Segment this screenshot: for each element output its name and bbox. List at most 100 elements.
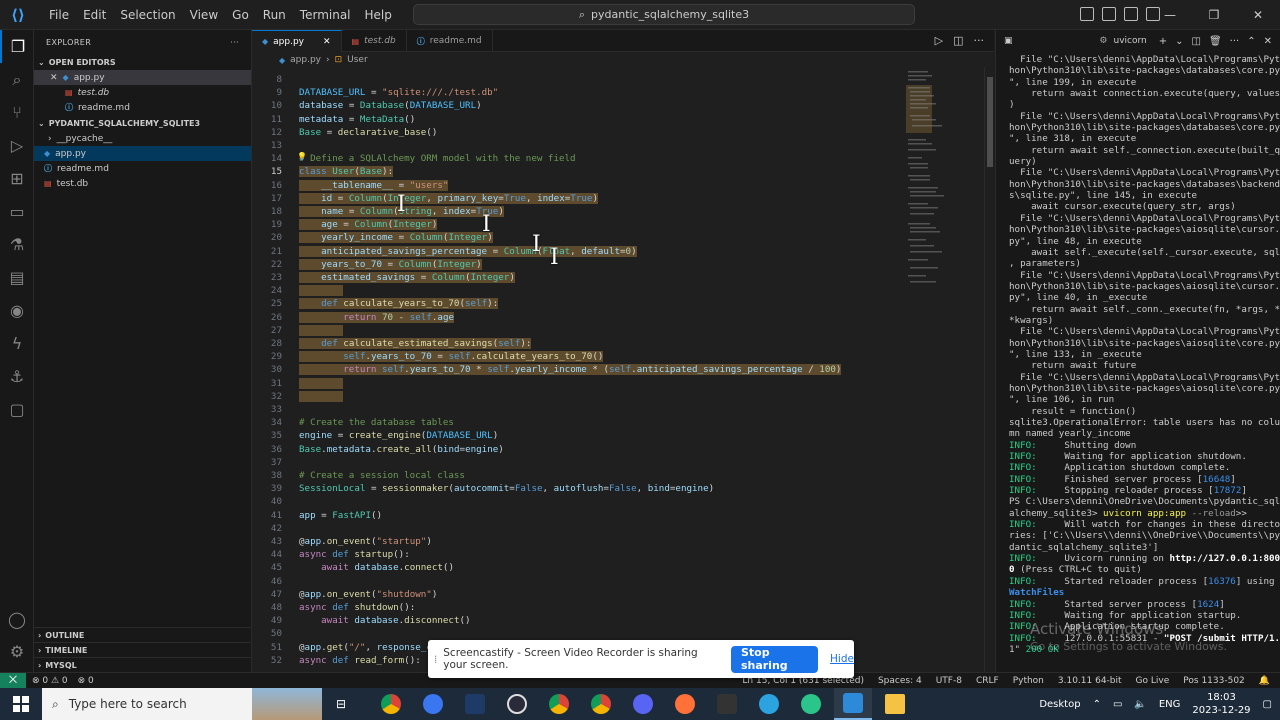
menu-file[interactable]: File	[42, 8, 76, 22]
chat-icon[interactable]: ▢	[0, 393, 34, 426]
code-line[interactable]: 26 return 70 - self.age	[252, 311, 906, 324]
open-editor-readme[interactable]: ⓘ readme.md	[34, 100, 251, 115]
code-line[interactable]: 32	[252, 390, 906, 403]
lightbulb-icon[interactable]: 💡	[297, 152, 307, 161]
encoding-indicator[interactable]: UTF-8	[936, 676, 962, 686]
code-line[interactable]: 16 __tablename__ = "users"	[252, 179, 906, 192]
language-mode[interactable]: Python	[1013, 676, 1044, 686]
tab-test-db[interactable]: ▤ test.db	[342, 30, 407, 52]
code-line[interactable]: 17 id = Column(Integer, primary_key=True…	[252, 192, 906, 205]
powershell-icon[interactable]	[456, 688, 494, 720]
tab-app-py[interactable]: ◆ app.py ✕	[252, 30, 342, 52]
chrome-icon[interactable]	[582, 688, 620, 720]
toggle-secondary-sidebar-icon[interactable]	[1124, 7, 1138, 21]
explorer-icon[interactable]: ❐	[0, 30, 34, 63]
breadcrumb-file[interactable]: app.py	[290, 55, 321, 65]
code-line[interactable]: 15 class User(Base):	[252, 165, 906, 178]
windows-start-icon[interactable]	[0, 688, 42, 720]
menu-selection[interactable]: Selection	[113, 8, 182, 22]
code-editor[interactable]: 8 9 DATABASE_URL = "sqlite:///./test.db" 1…	[252, 67, 906, 672]
code-line[interactable]: 31	[252, 377, 906, 390]
menu-help[interactable]: Help	[358, 8, 399, 22]
ports-indicator[interactable]: ⊗ 0	[78, 676, 94, 686]
file-readme[interactable]: ⓘ readme.md	[34, 161, 251, 176]
notifications-bell-icon[interactable]: 🔔	[1259, 676, 1270, 686]
hide-link[interactable]: Hide	[830, 653, 854, 665]
obs-icon[interactable]	[498, 688, 536, 720]
code-line[interactable]: 25 def calculate_years_to_70(self):	[252, 297, 906, 310]
code-line[interactable]: 44 async def startup():	[252, 548, 906, 561]
code-line[interactable]: 42	[252, 522, 906, 535]
discord-icon[interactable]	[624, 688, 662, 720]
task-view-icon[interactable]: ⊟	[322, 688, 360, 720]
timeline-section[interactable]: › TIMELINE	[34, 642, 252, 657]
split-terminal-icon[interactable]: ◫	[1192, 36, 1201, 47]
project-section[interactable]: ⌄ PYDANTIC_SQLALCHEMY_SQLITE3	[34, 115, 251, 131]
firefox-icon[interactable]	[666, 688, 704, 720]
remote-indicator-icon[interactable]: ⨉	[0, 672, 26, 689]
code-line[interactable]: 48 async def shutdown():	[252, 601, 906, 614]
more-actions-icon[interactable]: ···	[230, 38, 239, 47]
python-interpreter[interactable]: 3.10.11 64-bit	[1058, 676, 1122, 686]
code-line[interactable]: 10 database = Database(DATABASE_URL)	[252, 99, 906, 112]
database-icon[interactable]: ▤	[0, 261, 34, 294]
close-icon[interactable]: ✕	[1236, 0, 1280, 30]
open-editor-app-py[interactable]: ✕ ◆ app.py	[34, 70, 251, 85]
code-line[interactable]: 19 age = Column(Integer)	[252, 218, 906, 231]
code-line[interactable]: 28 def calculate_estimated_savings(self)…	[252, 337, 906, 350]
toggle-panel-icon[interactable]	[1102, 7, 1116, 21]
go-live-button[interactable]: Go Live	[1136, 676, 1170, 686]
menu-view[interactable]: View	[183, 8, 225, 22]
code-line[interactable]: 8	[252, 73, 906, 86]
code-line[interactable]: 9 DATABASE_URL = "sqlite:///./test.db"	[252, 86, 906, 99]
drag-handle-icon[interactable]: ⁞	[428, 653, 443, 666]
code-line[interactable]: 41 app = FastAPI()	[252, 509, 906, 522]
language-indicator[interactable]: ENG	[1159, 699, 1181, 710]
code-line[interactable]: 11 metadata = MetaData()	[252, 113, 906, 126]
json-icon[interactable]: ◉	[0, 294, 34, 327]
outline-section[interactable]: › OUTLINE	[34, 627, 252, 642]
lightning-icon[interactable]: ϟ	[0, 327, 34, 360]
code-line[interactable]: 21 anticipated_savings_percentage = Colu…	[252, 245, 906, 258]
close-icon[interactable]: ✕	[1264, 36, 1272, 47]
breadcrumb-symbol[interactable]: User	[347, 55, 368, 65]
eol-indicator[interactable]: CRLF	[976, 676, 999, 686]
code-line[interactable]: 33	[252, 403, 906, 416]
problems-indicator[interactable]: ⊗ 0 ⚠ 0	[32, 676, 68, 686]
code-line[interactable]: 14 # Define a SQLAlchemy ORM model with t…	[252, 152, 906, 165]
position-indicator[interactable]: Pos 1133-502	[1183, 676, 1245, 686]
mysql-section[interactable]: › MYSQL	[34, 657, 252, 672]
chevron-down-icon[interactable]: ⌄	[1175, 36, 1183, 47]
code-line[interactable]: 23 estimated_savings = Column(Integer)	[252, 271, 906, 284]
code-line[interactable]: 50	[252, 627, 906, 640]
close-icon[interactable]: ✕	[50, 73, 58, 83]
more-actions-icon[interactable]: ···	[974, 34, 985, 47]
docker-icon[interactable]: ⚓	[0, 360, 34, 393]
open-editor-test-db[interactable]: ▤ test.db	[34, 85, 251, 100]
open-editors-section[interactable]: ⌄ OPEN EDITORS	[34, 54, 251, 70]
code-line[interactable]: 30 return self.years_to_70 * self.yearly…	[252, 363, 906, 376]
code-line[interactable]: 24	[252, 284, 906, 297]
code-line[interactable]: 36 Base.metadata.create_all(bind=engine)	[252, 443, 906, 456]
network-icon[interactable]: ▭	[1113, 699, 1122, 710]
menu-edit[interactable]: Edit	[76, 8, 113, 22]
file-app-py[interactable]: ◆ app.py	[34, 146, 251, 161]
menu-terminal[interactable]: Terminal	[293, 8, 358, 22]
indentation-indicator[interactable]: Spaces: 4	[878, 676, 922, 686]
extensions-icon[interactable]: ⊞	[0, 162, 34, 195]
chevron-up-icon[interactable]: ⌃	[1093, 699, 1101, 710]
chrome-icon[interactable]	[540, 688, 578, 720]
editor-scrollbar[interactable]	[984, 67, 994, 672]
terminal-output[interactable]: File "C:\Users\denni\AppData\Local\Progr…	[1009, 54, 1280, 655]
code-line[interactable]: 40	[252, 495, 906, 508]
folder-pycache[interactable]: › __pycache__	[34, 131, 251, 146]
code-line[interactable]: 27	[252, 324, 906, 337]
code-line[interactable]: 38 # Create a session local class	[252, 469, 906, 482]
menu-go[interactable]: Go	[225, 8, 256, 22]
run-debug-icon[interactable]: ▷	[0, 129, 34, 162]
code-line[interactable]: 46	[252, 575, 906, 588]
notification-center-icon[interactable]: ▢	[1263, 699, 1272, 710]
testing-icon[interactable]: ⚗	[0, 228, 34, 261]
source-control-icon[interactable]: ⑂	[0, 96, 34, 129]
remote-explorer-icon[interactable]: ▭	[0, 195, 34, 228]
